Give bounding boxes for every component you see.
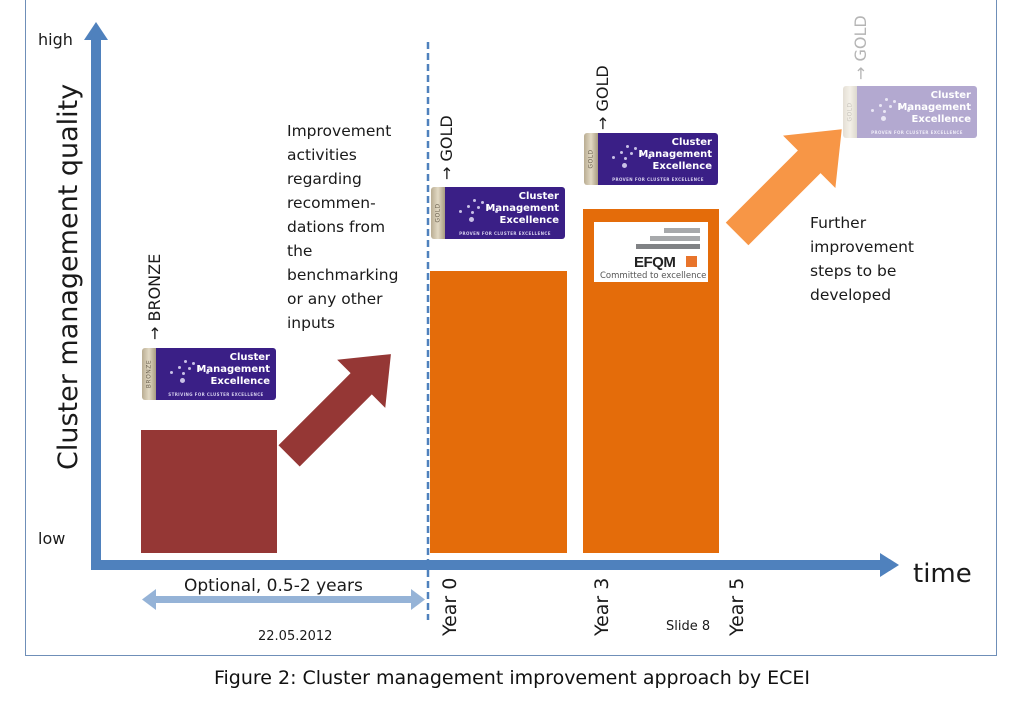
y-axis-title: Cluster management quality	[53, 84, 84, 470]
y-axis-arrowhead	[84, 22, 108, 40]
badge-tagline: PROVEN FOR CLUSTER EXCELLENCE	[459, 231, 551, 236]
badge-tagline: STRIVING FOR CLUSTER EXCELLENCE	[168, 392, 264, 397]
badge-title-line: Cluster	[518, 191, 559, 202]
badge-title-line: Management	[196, 364, 270, 375]
badge-strip-label: BRONZE	[145, 359, 153, 389]
efqm-logo: EFQM Committed to excellence	[594, 222, 708, 282]
badge-title-line: Excellence	[210, 376, 270, 387]
annotation-line: developed	[810, 286, 891, 304]
x-axis-title: time	[913, 559, 972, 589]
badge-title-line: Management	[485, 203, 559, 214]
efqm-bar-icon	[650, 236, 700, 241]
tick-year0: Year 0	[439, 578, 461, 637]
gold-year3-badge: GOLD Cluster Management Excellence PROVEN …	[584, 133, 718, 185]
x-axis-arrowhead	[880, 553, 899, 577]
badge-tagline: PROVEN FOR CLUSTER EXCELLENCE	[871, 130, 963, 135]
badge-strip: GOLD	[431, 187, 445, 239]
annotation-line: improvement	[810, 238, 914, 256]
bronze-level-label: → BRONZE	[145, 254, 164, 340]
badge-title-line: Cluster	[671, 137, 712, 148]
badge-strip-label: GOLD	[846, 102, 854, 122]
badge-strip: GOLD	[584, 133, 598, 185]
gold-future-level-label: → GOLD	[851, 15, 870, 80]
tick-year3: Year 3	[591, 578, 613, 637]
badge-title-line: Excellence	[499, 215, 559, 226]
figure-caption: Figure 2: Cluster management improvement…	[213, 667, 811, 689]
badge-title-line: Management	[897, 102, 971, 113]
annotation-line: Further	[810, 214, 867, 232]
badge-title-line: Cluster	[930, 90, 971, 101]
annotation-line: benchmarking	[287, 266, 398, 284]
y-high-label: high	[38, 30, 73, 49]
efqm-bar-icon	[664, 228, 700, 233]
x-axis	[91, 560, 881, 570]
badge-tagline: PROVEN FOR CLUSTER EXCELLENCE	[612, 177, 704, 182]
y-low-label: low	[38, 529, 65, 548]
efqm-tagline: Committed to excellence	[600, 271, 707, 281]
annotation-line: activities	[287, 146, 357, 164]
annotation-line: inputs	[287, 314, 335, 332]
gold-year3-level-label: → GOLD	[593, 65, 612, 130]
badge-strip-label: GOLD	[587, 149, 595, 169]
annotation-line: Improvement	[287, 122, 391, 140]
optional-span-label: Optional, 0.5-2 years	[184, 576, 363, 596]
annotation-line: or any other	[287, 290, 383, 308]
annotation-line: steps to be	[810, 262, 896, 280]
year0-gold-bar	[430, 271, 567, 553]
gold-future-badge: GOLD Cluster Management Excellence PROVEN …	[843, 86, 977, 138]
badge-title-line: Excellence	[652, 161, 712, 172]
badge-strip-label: GOLD	[434, 203, 442, 223]
gold-year0-badge: GOLD Cluster Management Excellence PROVEN …	[431, 187, 565, 239]
badge-title-line: Management	[638, 149, 712, 160]
tick-year5: Year 5	[726, 578, 748, 637]
gold-year0-level-label: → GOLD	[437, 115, 456, 180]
y-axis	[91, 38, 101, 570]
footer-slide-number: Slide 8	[666, 619, 710, 634]
efqm-wordmark: EFQM	[634, 254, 676, 271]
improvement-arrow	[278, 354, 391, 467]
badge-strip: GOLD	[843, 86, 857, 138]
efqm-bar-icon	[636, 244, 700, 249]
improvement-annotation: Improvement activities regarding recomme…	[287, 122, 398, 332]
bronze-badge: BRONZE Cluster Management Excellence STRIV…	[142, 348, 276, 400]
efqm-square-icon	[686, 256, 697, 267]
annotation-line: dations from	[287, 218, 385, 236]
annotation-line: regarding	[287, 170, 362, 188]
annotation-line: the	[287, 242, 312, 260]
further-annotation: Further improvement steps to be develope…	[810, 214, 914, 304]
annotation-line: recommen-	[287, 194, 376, 212]
bronze-bar	[141, 430, 277, 553]
badge-strip: BRONZE	[142, 348, 156, 400]
badge-title-line: Cluster	[229, 352, 270, 363]
footer-date: 22.05.2012	[258, 629, 332, 644]
badge-title-line: Excellence	[911, 114, 971, 125]
